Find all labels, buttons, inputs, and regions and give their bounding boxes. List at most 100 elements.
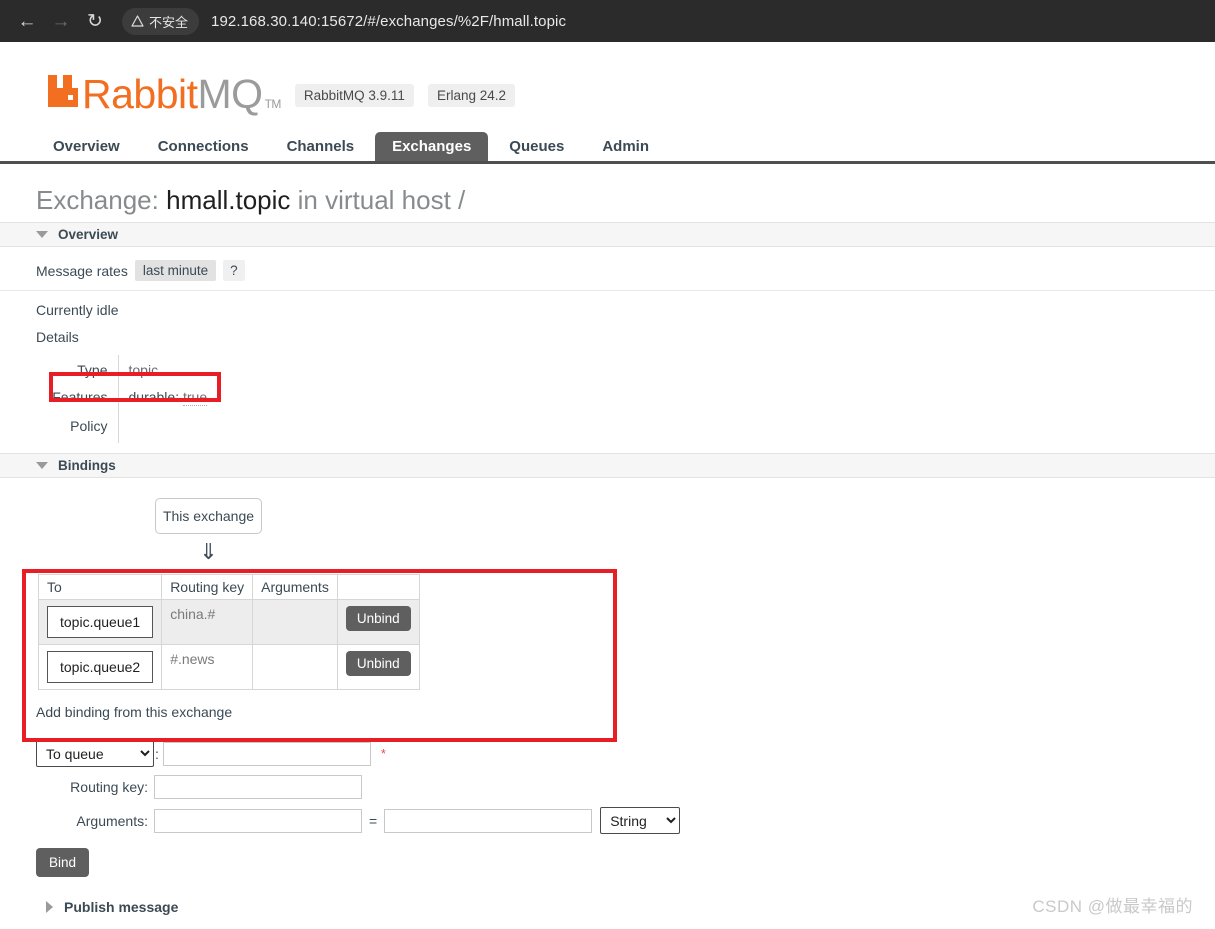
table-row: topic.queue1 china.# Unbind [37, 599, 420, 646]
binding-routing-key-cell: china.# [161, 599, 254, 646]
page-title: Exchange: hmall.topic in virtual host / [36, 185, 1215, 216]
section-header-overview[interactable]: Overview [0, 222, 1215, 247]
page-title-prefix: Exchange: [36, 185, 159, 215]
logo-text-rabbit: Rabbit [82, 71, 198, 117]
help-icon[interactable]: ? [223, 260, 245, 281]
main-navigation: Overview Connections Channels Exchanges … [0, 132, 1215, 164]
argument-key-input[interactable] [154, 808, 362, 833]
tab-queues[interactable]: Queues [492, 132, 581, 161]
bindings-header-row: To Routing key Arguments [37, 574, 420, 601]
reload-icon[interactable]: ↻ [78, 4, 112, 38]
details-label-features: Features [46, 385, 119, 409]
chevron-down-icon [36, 231, 48, 238]
details-label-type: Type [46, 355, 119, 385]
routing-key-label: Routing key: [70, 779, 148, 796]
section-header-publish-message-label: Publish message [64, 899, 179, 916]
binding-destination-cell: topic.queue2 [37, 644, 163, 691]
back-arrow-icon[interactable]: ← [10, 4, 44, 38]
feature-key-durable: durable: [128, 389, 180, 405]
unbind-button[interactable]: Unbind [345, 651, 411, 677]
tab-channels[interactable]: Channels [270, 132, 372, 161]
bindings-table-head: To Routing key Arguments [37, 574, 420, 601]
binding-arguments-cell [252, 599, 338, 646]
details-row-type: Type topic [46, 355, 217, 385]
logo-wordmark: Rabbit MQ TM [46, 73, 281, 116]
destination-colon: : [155, 745, 159, 762]
security-status-label: 不安全 [149, 14, 189, 30]
column-header-actions [336, 574, 420, 601]
details-label-policy: Policy [46, 409, 119, 443]
queue-link-topic-queue1[interactable]: topic.queue1 [47, 606, 154, 639]
message-rates-row: Message rates last minute ? [0, 247, 1215, 291]
feature-value-durable: true [182, 389, 208, 406]
bindings-table-body: topic.queue1 china.# Unbind topic.queue2… [37, 599, 420, 691]
argument-type-select[interactable]: String Number Boolean List [600, 807, 681, 835]
add-binding-heading: Add binding from this exchange [36, 704, 233, 721]
argument-value-input[interactable] [384, 808, 593, 833]
warning-triangle-icon [131, 15, 144, 27]
page-title-exchange-name: hmall.topic [166, 185, 291, 215]
column-header-arguments: Arguments [252, 574, 338, 601]
rabbitmq-logo-icon [46, 73, 80, 116]
page-header: Rabbit MQ TM RabbitMQ 3.9.11 Erlang 24.2 O… [0, 42, 1215, 164]
bind-button[interactable]: Bind [36, 848, 90, 878]
tab-connections[interactable]: Connections [141, 132, 266, 161]
form-row-routing-key: Routing key: [36, 775, 1215, 800]
csdn-watermark: CSDN @做最幸福的 [1032, 897, 1193, 916]
unbind-button[interactable]: Unbind [345, 606, 411, 632]
form-row-submit: Bind [36, 848, 1215, 878]
routing-key-input[interactable] [154, 775, 362, 800]
rate-period-chip[interactable]: last minute [134, 260, 217, 281]
brand-logo[interactable]: Rabbit MQ TM RabbitMQ 3.9.11 Erlang 24.2 [0, 60, 1215, 116]
column-header-to: To [37, 574, 163, 601]
arguments-label: Arguments: [76, 812, 148, 829]
section-header-bindings[interactable]: Bindings [0, 453, 1215, 478]
section-header-overview-label: Overview [58, 227, 119, 242]
binding-action-cell: Unbind [336, 599, 420, 646]
message-rates-label: Message rates [36, 262, 128, 279]
tab-admin[interactable]: Admin [585, 132, 666, 161]
logo-trademark: TM [264, 97, 282, 111]
table-row: topic.queue2 #.news Unbind [37, 644, 420, 691]
logo-text-mq: MQ [197, 71, 264, 117]
form-row-arguments: Arguments: = String Number Boolean List [36, 807, 1215, 835]
address-bar[interactable]: 不安全 192.168.30.140:15672/#/exchanges/%2F… [122, 6, 1205, 36]
required-marker: * [380, 746, 386, 762]
this-exchange-node: This exchange [155, 498, 262, 534]
security-status-chip[interactable]: 不安全 [122, 7, 200, 35]
details-row-policy: Policy [46, 409, 217, 443]
flow-arrow-icon: ⇓ [199, 539, 218, 564]
add-binding-form: To queue To exchange : * Routing key: Ar… [36, 740, 1215, 878]
bindings-table: To Routing key Arguments topic.queue1 ch… [37, 574, 420, 691]
equals-sign: = [369, 812, 378, 829]
binding-routing-key-cell: #.news [161, 644, 254, 691]
details-value-features: durable: true [118, 385, 217, 409]
version-badge-rabbitmq: RabbitMQ 3.9.11 [294, 83, 414, 107]
details-value-type: topic [128, 362, 159, 378]
browser-toolbar: ← → ↻ 不安全 192.168.30.140:15672/#/exchang… [0, 0, 1215, 42]
tab-exchanges[interactable]: Exchanges [375, 132, 489, 161]
form-row-destination: To queue To exchange : * [36, 740, 1215, 768]
chevron-right-icon [46, 901, 53, 914]
column-header-routing-key: Routing key [161, 574, 254, 601]
url-text: 192.168.30.140:15672/#/exchanges/%2F/hma… [211, 12, 567, 30]
page-content: Exchange: hmall.topic in virtual host / … [0, 185, 1215, 929]
queue-link-topic-queue2[interactable]: topic.queue2 [47, 651, 154, 684]
rabbitmq-management-page: Rabbit MQ TM RabbitMQ 3.9.11 Erlang 24.2 O… [0, 42, 1215, 929]
details-label: Details [36, 329, 79, 345]
version-badge-erlang: Erlang 24.2 [427, 83, 516, 107]
binding-destination-input[interactable] [162, 741, 371, 766]
rates-status-text: Currently idle [36, 302, 119, 318]
exchange-details-table: Type topic Features durable: true Policy [46, 355, 217, 443]
details-row-features: Features durable: true [46, 385, 217, 409]
binding-destination-cell: topic.queue1 [37, 599, 163, 646]
binding-destination-type-select[interactable]: To queue To exchange [36, 740, 154, 768]
binding-arguments-cell [252, 644, 338, 691]
tab-overview[interactable]: Overview [36, 132, 137, 161]
page-title-suffix: in virtual host / [297, 185, 466, 215]
forward-arrow-icon[interactable]: → [44, 4, 78, 38]
details-value-policy [118, 409, 217, 443]
section-header-bindings-label: Bindings [58, 458, 116, 473]
chevron-down-icon [36, 462, 48, 469]
binding-action-cell: Unbind [336, 644, 420, 691]
